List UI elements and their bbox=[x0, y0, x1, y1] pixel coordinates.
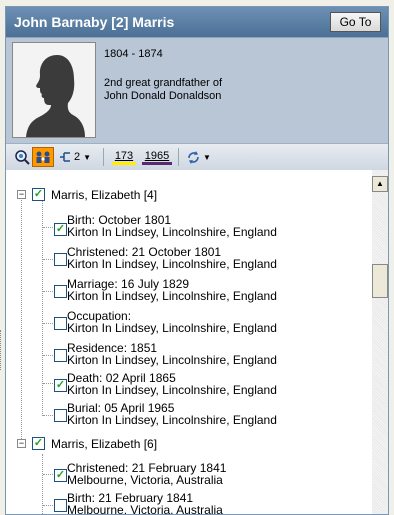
fact-item[interactable]: Residence: 1851 Kirton In Lindsey, Linco… bbox=[67, 342, 277, 366]
count-1: 173 bbox=[114, 149, 134, 162]
fact-item[interactable]: Birth: October 1801 Kirton In Lindsey, L… bbox=[67, 214, 277, 238]
person-name-title: John Barnaby [2] Marris bbox=[14, 14, 175, 30]
fact-place: Melbourne, Victoria, Australia bbox=[67, 473, 223, 487]
chevron-down-icon[interactable]: ▼ bbox=[83, 153, 91, 162]
fact-checkbox[interactable] bbox=[54, 317, 67, 330]
fact-checkbox[interactable] bbox=[54, 499, 67, 512]
person-panel-window: John Barnaby [2] Marris Go To 1804 - 187… bbox=[5, 6, 389, 515]
scroll-up-icon[interactable]: ▲ bbox=[372, 176, 388, 192]
tree-connector bbox=[43, 259, 53, 260]
count-2-bar bbox=[142, 161, 172, 165]
chevron-down-icon[interactable]: ▼ bbox=[203, 153, 211, 162]
facts-tree: − ✓ Marris, Elizabeth [4] ✓ Birth: Octob… bbox=[6, 170, 372, 515]
count-2-indicator[interactable]: 1965 bbox=[142, 147, 172, 167]
fact-checkbox[interactable] bbox=[54, 285, 67, 298]
person-summary: 1804 - 1874 2nd great grandfather of Joh… bbox=[6, 37, 388, 144]
tree-connector bbox=[43, 415, 53, 416]
fact-checkbox[interactable] bbox=[54, 409, 67, 422]
fact-checkbox[interactable]: ✓ bbox=[54, 469, 67, 482]
scrollbar-thumb[interactable] bbox=[372, 264, 388, 298]
family-view-icon[interactable] bbox=[32, 147, 54, 167]
magnifier-icon[interactable] bbox=[14, 147, 30, 167]
fact-place: Kirton In Lindsey, Lincolnshire, England bbox=[67, 289, 277, 303]
fact-item[interactable]: Burial: 05 April 1965 Kirton In Lindsey,… bbox=[67, 402, 277, 426]
header-bar: John Barnaby [2] Marris Go To bbox=[6, 7, 388, 37]
fact-place: Kirton In Lindsey, Lincolnshire, England bbox=[67, 257, 277, 271]
silhouette-photo bbox=[12, 42, 96, 138]
vertical-scrollbar[interactable]: ▲ bbox=[372, 170, 388, 514]
toolbar-separator bbox=[178, 148, 179, 166]
fact-checkbox[interactable] bbox=[54, 349, 67, 362]
toolbar-separator bbox=[103, 148, 104, 166]
fact-item[interactable]: Birth: 21 February 1841 Melbourne, Victo… bbox=[67, 492, 223, 515]
group-label: Marris, Elizabeth [4] bbox=[51, 188, 158, 202]
fact-checkbox[interactable]: ✓ bbox=[54, 223, 67, 236]
collapse-toggle[interactable]: − bbox=[17, 190, 26, 199]
life-years: 1804 - 1874 bbox=[104, 48, 163, 60]
group-checkbox[interactable]: ✓ bbox=[32, 437, 45, 450]
fact-place: Melbourne, Victoria, Australia bbox=[67, 503, 223, 515]
tree-connector bbox=[43, 383, 53, 384]
fact-item[interactable]: Marriage: 16 July 1829 Kirton In Lindsey… bbox=[67, 278, 277, 302]
fact-item[interactable]: Christened: 21 October 1801 Kirton In Li… bbox=[67, 246, 277, 270]
fact-place: Kirton In Lindsey, Lincolnshire, England bbox=[67, 413, 277, 427]
tree-generations-icon[interactable]: 2 ▼ bbox=[58, 147, 91, 167]
silhouette-icon bbox=[26, 55, 85, 137]
relationship-line-1: 2nd great grandfather of bbox=[104, 77, 223, 89]
count-2: 1965 bbox=[144, 149, 170, 162]
tree-connector bbox=[43, 323, 53, 324]
tree-connector bbox=[43, 291, 53, 292]
fact-place: Kirton In Lindsey, Lincolnshire, England bbox=[67, 353, 277, 367]
splitter-grip[interactable] bbox=[0, 330, 4, 370]
relationship-line-2: John Donald Donaldson bbox=[104, 90, 222, 102]
fact-item[interactable]: Occupation: Kirton In Lindsey, Lincolnsh… bbox=[67, 310, 277, 334]
fact-checkbox[interactable] bbox=[54, 253, 67, 266]
group-checkbox[interactable]: ✓ bbox=[32, 188, 45, 201]
toolbar: 2 ▼ 173 1965 ▼ bbox=[6, 143, 388, 171]
tree-connector bbox=[43, 355, 53, 356]
generation-count: 2 bbox=[74, 151, 81, 163]
collapse-toggle[interactable]: − bbox=[17, 439, 26, 448]
tree-connector bbox=[21, 200, 22, 441]
fact-checkbox[interactable]: ✓ bbox=[54, 379, 67, 392]
fact-place: Kirton In Lindsey, Lincolnshire, England bbox=[67, 321, 277, 335]
count-1-indicator[interactable]: 173 bbox=[112, 147, 136, 167]
fact-place: Kirton In Lindsey, Lincolnshire, England bbox=[67, 383, 277, 397]
sync-icon[interactable]: ▼ bbox=[186, 147, 211, 167]
group-label: Marris, Elizabeth [6] bbox=[51, 437, 158, 451]
tree-connector bbox=[43, 505, 53, 506]
person-info: 1804 - 1874 2nd great grandfather of Joh… bbox=[104, 48, 222, 103]
count-1-bar bbox=[112, 161, 136, 165]
go-to-button[interactable]: Go To bbox=[330, 12, 381, 32]
fact-item[interactable]: Christened: 21 February 1841 Melbourne, … bbox=[67, 462, 226, 486]
tree-connector bbox=[43, 474, 53, 475]
fact-item[interactable]: Death: 02 April 1865 Kirton In Lindsey, … bbox=[67, 372, 277, 396]
tree-connector bbox=[43, 227, 53, 228]
fact-place: Kirton In Lindsey, Lincolnshire, England bbox=[67, 225, 277, 239]
